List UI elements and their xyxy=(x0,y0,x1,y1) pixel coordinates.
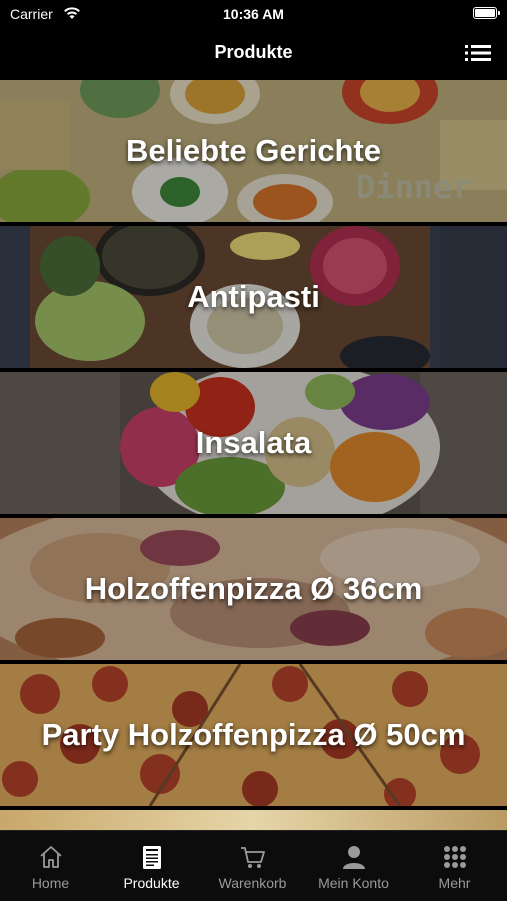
home-icon xyxy=(40,846,62,868)
page-title: Produkte xyxy=(214,42,293,62)
grid-icon xyxy=(444,846,466,868)
user-icon xyxy=(343,846,365,869)
tab-label: Mehr xyxy=(438,875,471,891)
category-antipasti[interactable]: Antipasti xyxy=(0,226,507,368)
category-label: Holzoffenpizza Ø 36cm xyxy=(84,570,423,606)
category-insalata[interactable]: Insalata xyxy=(0,372,507,514)
category-label: Beliebte Gerichte xyxy=(126,132,381,168)
tab-mein-konto[interactable]: Mein Konto xyxy=(303,831,404,901)
category-label: Party Holzoffenpizza Ø 50cm xyxy=(41,716,466,752)
tab-bar: Home Produkte Warenkorb Mein Konto Mehr xyxy=(0,830,507,901)
tab-mehr[interactable]: Mehr xyxy=(404,831,505,901)
list-icon[interactable] xyxy=(465,43,491,63)
category-next-partial[interactable] xyxy=(0,810,507,830)
menu-card-icon xyxy=(143,846,161,869)
tab-home[interactable]: Home xyxy=(0,831,101,901)
tab-label: Produkte xyxy=(123,875,180,891)
category-list: Dinner Beliebte Gerichte Antipasti Insal… xyxy=(0,78,507,830)
tab-warenkorb[interactable]: Warenkorb xyxy=(202,831,303,901)
cart-icon xyxy=(241,847,265,868)
category-label: Antipasti xyxy=(187,278,320,314)
category-holzoffenpizza-36[interactable]: Holzoffenpizza Ø 36cm xyxy=(0,518,507,660)
category-beliebte-gerichte[interactable]: Dinner Beliebte Gerichte xyxy=(0,80,507,222)
category-label: Insalata xyxy=(195,424,312,460)
tab-produkte[interactable]: Produkte xyxy=(101,831,202,901)
battery-icon xyxy=(473,7,500,19)
status-bar: Carrier 10:36 AM xyxy=(0,0,507,30)
tab-label: Home xyxy=(31,875,70,891)
status-time: 10:36 AM xyxy=(223,6,284,22)
tab-label: Mein Konto xyxy=(318,875,389,891)
category-party-holzoffenpizza-50[interactable]: Party Holzoffenpizza Ø 50cm xyxy=(0,664,507,806)
navigation-bar: Produkte xyxy=(0,30,507,78)
category-image xyxy=(0,810,507,830)
tab-label: Warenkorb xyxy=(218,875,287,891)
